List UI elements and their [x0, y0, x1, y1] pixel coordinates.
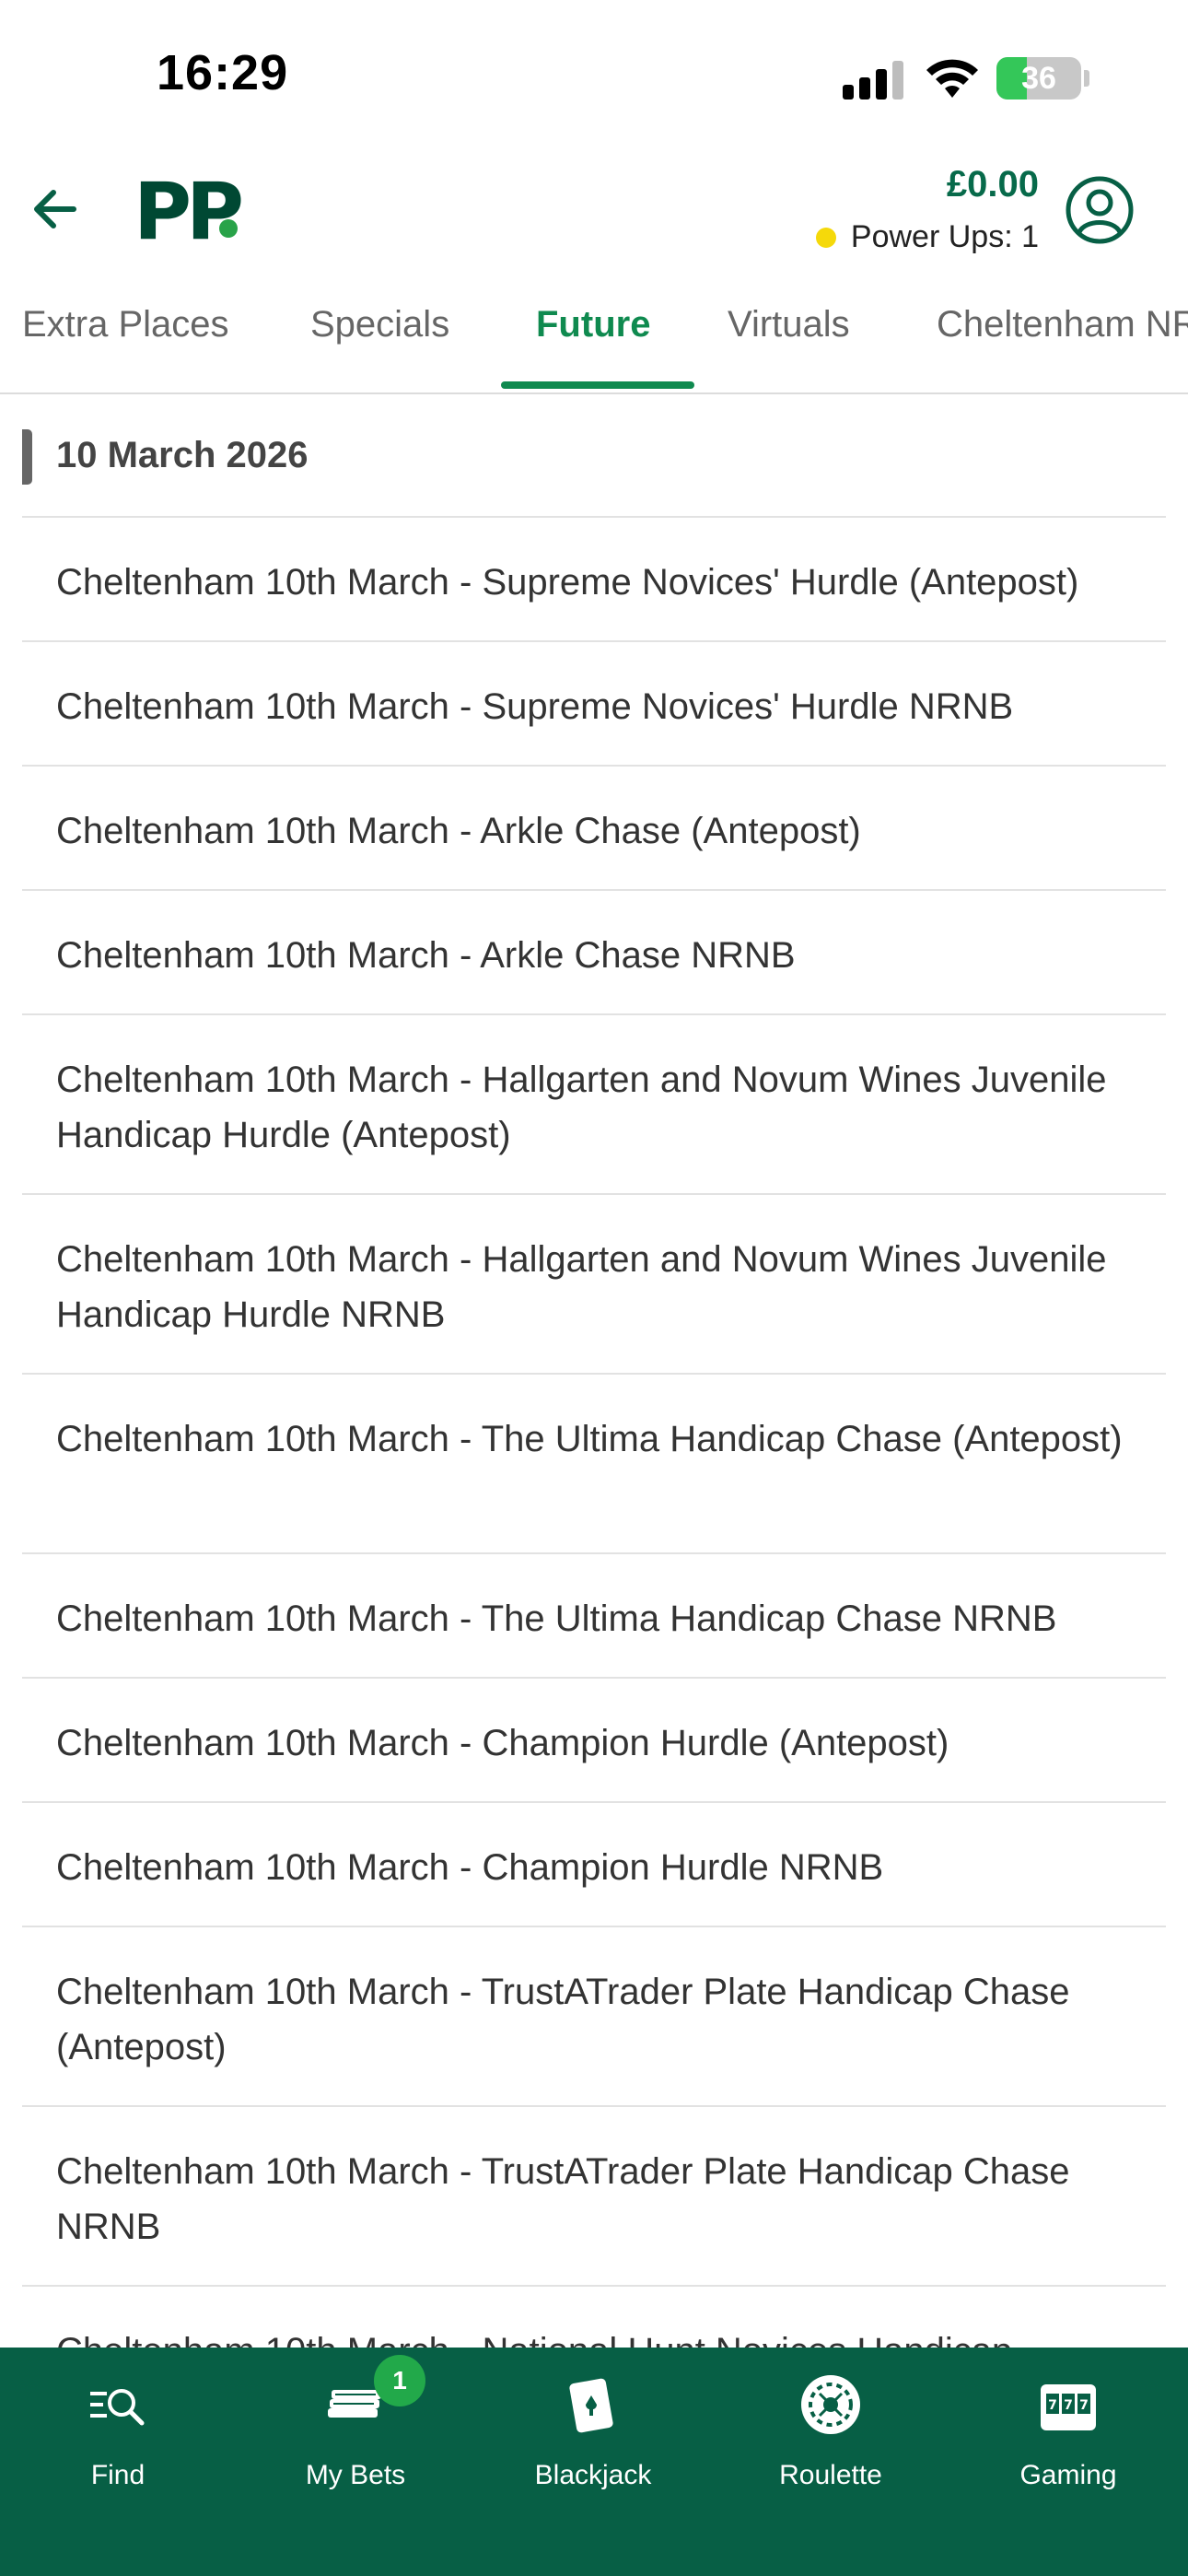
power-up-dot-icon	[815, 227, 836, 248]
list-item[interactable]: Cheltenham 10th March - Arkle Chase NRNB	[22, 891, 1166, 1015]
bottom-navigation: Find My Bets Blackjack Roulette 7 7 7 Ga…	[0, 2348, 1188, 2576]
my-bets-count-badge: 1	[374, 2355, 425, 2406]
list-item[interactable]: Cheltenham 10th March - TrustATrader Pla…	[22, 1927, 1166, 2107]
battery-cap	[1084, 70, 1089, 87]
list-item[interactable]: Cheltenham 10th March - Hallgarten and N…	[22, 1015, 1166, 1195]
roulette-wheel-icon	[801, 2375, 860, 2434]
nav-roulette-label: Roulette	[779, 2460, 882, 2490]
battery-percent: 36	[1021, 61, 1056, 96]
status-bar: 16:29 36	[0, 0, 1188, 157]
list-item[interactable]: Cheltenham 10th March - Champion Hurdle …	[22, 1679, 1166, 1803]
list-item[interactable]: Cheltenham 10th March - The Ultima Handi…	[22, 1554, 1166, 1679]
section-date: 10 March 2026	[56, 435, 309, 475]
find-icon	[90, 2389, 145, 2426]
list-item[interactable]: Cheltenham 10th March - Arkle Chase (Ant…	[22, 767, 1166, 891]
tab-cheltenham-nrnb[interactable]: Cheltenham NRNB	[937, 304, 1188, 345]
power-ups-indicator[interactable]: Power Ups: 1	[815, 219, 1039, 255]
back-arrow-icon[interactable]	[26, 180, 85, 239]
category-tabs: Extra Places Specials Future Virtuals Ch…	[0, 291, 1188, 394]
cellular-signal-icon	[843, 61, 903, 100]
list-item[interactable]: Cheltenham 10th March - Supreme Novices'…	[22, 518, 1166, 642]
future-races-list: 10 March 2026 Cheltenham 10th March - Su…	[22, 396, 1166, 2411]
battery-icon: 36	[996, 57, 1081, 100]
list-item[interactable]: Cheltenham 10th March - TrustATrader Pla…	[22, 2107, 1166, 2287]
list-item[interactable]: Cheltenham 10th March - Supreme Novices'…	[22, 642, 1166, 767]
svg-text:7: 7	[1079, 2398, 1089, 2413]
blackjack-card-icon	[569, 2378, 613, 2433]
active-tab-indicator	[501, 381, 694, 389]
account-balance[interactable]: £0.00	[947, 164, 1039, 205]
slot-machine-icon: 7 7 7	[1041, 2384, 1096, 2430]
nav-gaming[interactable]: 7 7 7 Gaming	[976, 2348, 1160, 2495]
tab-virtuals[interactable]: Virtuals	[728, 304, 850, 345]
tab-extra-places[interactable]: Extra Places	[22, 304, 229, 345]
date-section-header: 10 March 2026	[22, 396, 1166, 518]
nav-roulette[interactable]: Roulette	[739, 2348, 923, 2495]
svg-text:7: 7	[1048, 2398, 1057, 2413]
logo-dot	[219, 219, 238, 238]
nav-blackjack[interactable]: Blackjack	[501, 2348, 685, 2495]
status-time: 16:29	[157, 45, 289, 100]
account-icon[interactable]	[1065, 175, 1135, 245]
nav-my-bets-label: My Bets	[305, 2460, 406, 2490]
svg-text:7: 7	[1064, 2398, 1073, 2413]
power-ups-label: Power Ups: 1	[850, 219, 1039, 254]
list-item[interactable]: Cheltenham 10th March - The Ultima Handi…	[22, 1375, 1166, 1554]
section-marker	[22, 429, 32, 485]
wifi-icon	[926, 59, 978, 98]
nav-blackjack-label: Blackjack	[534, 2460, 652, 2490]
list-item[interactable]: Cheltenham 10th March - Hallgarten and N…	[22, 1195, 1166, 1375]
nav-find-label: Find	[90, 2460, 146, 2490]
list-item[interactable]: Cheltenham 10th March - Champion Hurdle …	[22, 1803, 1166, 1927]
paddy-power-logo[interactable]: PP	[134, 166, 244, 258]
tab-specials[interactable]: Specials	[310, 304, 449, 345]
nav-gaming-label: Gaming	[1019, 2460, 1117, 2490]
tab-future[interactable]: Future	[536, 304, 650, 345]
nav-find[interactable]: Find	[26, 2348, 210, 2495]
